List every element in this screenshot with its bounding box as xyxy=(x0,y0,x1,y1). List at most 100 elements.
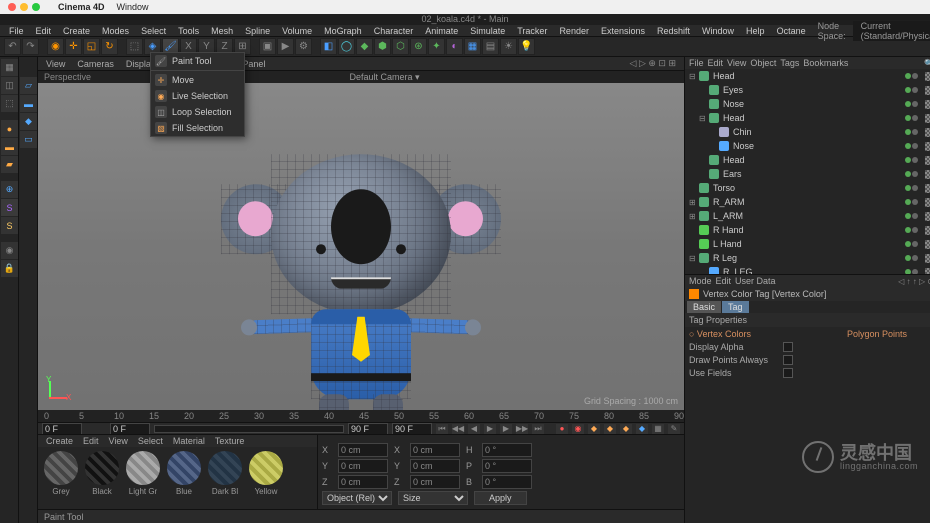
material-grey[interactable]: Grey xyxy=(42,451,80,496)
timeline-end-field[interactable] xyxy=(392,423,432,435)
next-frame-icon[interactable]: ▶ xyxy=(500,424,512,434)
render-settings-icon[interactable]: ⚙ xyxy=(295,38,312,55)
locked-icon[interactable]: 🔒 xyxy=(1,260,18,277)
material-dark bl[interactable]: Dark Bl xyxy=(206,451,244,496)
mat-menu-select[interactable]: Select xyxy=(134,436,167,446)
axis-mode-icon[interactable]: ⊕ xyxy=(1,181,18,198)
obj-row-ears[interactable]: Ears xyxy=(685,167,930,181)
texture-mode-icon[interactable]: ◫ xyxy=(1,77,18,94)
menu-tools[interactable]: Tools xyxy=(173,26,204,36)
expand-icon[interactable]: ⊟ xyxy=(689,72,697,81)
tag-icon[interactable] xyxy=(925,72,930,81)
menu-window[interactable]: Window xyxy=(697,26,739,36)
mat-menu-texture[interactable]: Texture xyxy=(211,436,249,446)
prev-key-icon[interactable]: ◀◀ xyxy=(452,424,464,434)
snap2-icon[interactable]: S xyxy=(1,217,18,234)
timeline-start-field[interactable] xyxy=(42,423,82,435)
obj-row-torso[interactable]: Torso xyxy=(685,181,930,195)
record-icon[interactable]: ● xyxy=(556,424,568,434)
popup-live-selection[interactable]: ◉Live Selection xyxy=(151,88,244,104)
env-icon[interactable]: ▦ xyxy=(464,38,481,55)
pos-x[interactable] xyxy=(338,443,388,457)
cube-icon[interactable]: ◧ xyxy=(320,38,337,55)
size-x[interactable] xyxy=(410,443,460,457)
menu-create[interactable]: Create xyxy=(58,26,95,36)
workplane-icon[interactable]: ⬚ xyxy=(1,95,18,112)
menu-spline[interactable]: Spline xyxy=(240,26,275,36)
model-mode-icon[interactable]: ▦ xyxy=(1,59,18,76)
key-param-icon[interactable]: ◆ xyxy=(636,424,648,434)
visibility-dots[interactable] xyxy=(905,185,918,191)
tag-icon[interactable] xyxy=(925,184,930,193)
mat-menu-edit[interactable]: Edit xyxy=(79,436,103,446)
obj-row-r_leg[interactable]: R_LEG xyxy=(685,265,930,274)
obj-row-r-leg[interactable]: ⊟R Leg xyxy=(685,251,930,265)
visibility-dots[interactable] xyxy=(905,101,918,107)
attr-menu-userdata[interactable]: User Data xyxy=(735,276,776,286)
rotate-icon[interactable]: ↻ xyxy=(101,38,118,55)
tag-icon[interactable] xyxy=(925,212,930,221)
rot-h[interactable] xyxy=(482,443,532,457)
visibility-dots[interactable] xyxy=(905,213,918,219)
material-yellow[interactable]: Yellow xyxy=(247,451,285,496)
menu-simulate[interactable]: Simulate xyxy=(465,26,510,36)
obj-row-r-hand[interactable]: R Hand xyxy=(685,223,930,237)
keyframe-sel-icon[interactable]: ✎ xyxy=(668,424,680,434)
viewport-solo-icon[interactable]: ◉ xyxy=(1,242,18,259)
menu-redshift[interactable]: Redshift xyxy=(652,26,695,36)
menu-tracker[interactable]: Tracker xyxy=(512,26,552,36)
checkbox[interactable] xyxy=(783,355,793,365)
material-light gr[interactable]: Light Gr xyxy=(124,451,162,496)
obj-row-eyes[interactable]: Eyes xyxy=(685,83,930,97)
light-icon[interactable]: ☀ xyxy=(500,38,517,55)
key-pla-icon[interactable]: ▦ xyxy=(652,424,664,434)
camera-icon[interactable]: ▤ xyxy=(482,38,499,55)
obj-row-nose[interactable]: Nose xyxy=(685,97,930,111)
visibility-dots[interactable] xyxy=(905,73,918,79)
tag-icon[interactable] xyxy=(925,240,930,249)
render-region-icon[interactable]: ▶ xyxy=(277,38,294,55)
size-y[interactable] xyxy=(410,459,460,473)
snap-v-icon[interactable]: ▱ xyxy=(20,77,37,94)
menu-help[interactable]: Help xyxy=(741,26,770,36)
menu-file[interactable]: File xyxy=(4,26,29,36)
attr-nav-icons[interactable]: ◁ ↑ ↑ ▷ ⊙ ⊡ xyxy=(898,277,930,286)
visibility-dots[interactable] xyxy=(905,115,918,121)
material-black[interactable]: Black xyxy=(83,451,121,496)
visibility-dots[interactable] xyxy=(905,87,918,93)
rot-p[interactable] xyxy=(482,459,532,473)
visibility-dots[interactable] xyxy=(905,157,918,163)
visibility-dots[interactable] xyxy=(905,199,918,205)
menu-animate[interactable]: Animate xyxy=(420,26,463,36)
generator-icon[interactable]: ◆ xyxy=(356,38,373,55)
apply-button[interactable]: Apply xyxy=(474,491,527,505)
scale-icon[interactable]: ◱ xyxy=(83,38,100,55)
visibility-dots[interactable] xyxy=(905,171,918,177)
live-selection-icon[interactable]: ◉ xyxy=(47,38,64,55)
nodespace-value[interactable]: Current (Standard/Physical) xyxy=(853,21,930,41)
menu-character[interactable]: Character xyxy=(369,26,419,36)
viewport-nav-icons[interactable]: ◁ ▷ ⊕ ⊡ ⊞ xyxy=(626,58,680,69)
render-icon[interactable]: ▣ xyxy=(259,38,276,55)
snap-p-icon[interactable]: ◆ xyxy=(20,113,37,130)
spline-icon[interactable]: ◯ xyxy=(338,38,355,55)
popup-move[interactable]: ✛Move xyxy=(151,72,244,88)
mat-menu-create[interactable]: Create xyxy=(42,436,77,446)
rot-b[interactable] xyxy=(482,475,532,489)
obj-row-nose[interactable]: Nose xyxy=(685,139,930,153)
tag-icon[interactable] xyxy=(925,114,930,123)
expand-icon[interactable]: ⊟ xyxy=(689,254,697,263)
obj-menu-object[interactable]: Object xyxy=(750,58,776,68)
timeline-slider-start[interactable] xyxy=(110,423,150,435)
generator3-icon[interactable]: ⬡ xyxy=(392,38,409,55)
visibility-dots[interactable] xyxy=(905,241,918,247)
tag-icon[interactable] xyxy=(925,100,930,109)
edges-mode-icon[interactable]: ▬ xyxy=(1,138,18,155)
obj-row-r_arm[interactable]: ⊞R_ARM xyxy=(685,195,930,209)
menu-mesh[interactable]: Mesh xyxy=(206,26,238,36)
tag-icon[interactable] xyxy=(925,142,930,151)
mac-menu-window[interactable]: Window xyxy=(117,2,149,12)
mograph-icon[interactable]: ✦ xyxy=(428,38,445,55)
expand-icon[interactable]: ⊟ xyxy=(699,114,707,123)
popup-fill-selection[interactable]: ▧Fill Selection xyxy=(151,120,244,136)
